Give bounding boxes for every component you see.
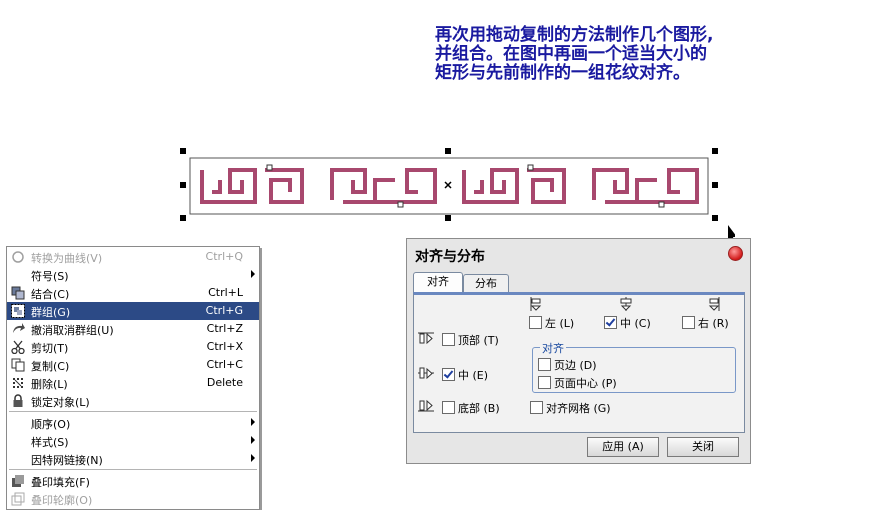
align-left-checkbox[interactable]	[529, 316, 542, 329]
menu-item-shortcut: Delete	[206, 376, 243, 389]
align-middle-icon	[418, 367, 434, 380]
instruction-line-3: 矩形与先前制作的一组花纹对齐。	[435, 63, 690, 83]
menu-item-cut[interactable]: 剪切(T) Ctrl+X	[7, 338, 259, 356]
menu-item-label: 顺序(O)	[31, 418, 71, 431]
menu-separator	[9, 469, 257, 470]
menu-item-label: 群组(G)	[31, 306, 71, 319]
align-right-checkbox[interactable]	[682, 316, 695, 329]
page-center-checkbox[interactable]	[538, 376, 551, 389]
align-bottom-icon	[418, 399, 434, 412]
align-right-icon	[708, 297, 720, 311]
align-center-h-label: 中 (C)	[620, 317, 651, 330]
apply-button[interactable]: 应用 (A)	[587, 437, 659, 457]
align-bottom-checkbox[interactable]	[442, 401, 455, 414]
page-edge-label: 页边 (D)	[554, 359, 597, 372]
menu-item-shortcut: Ctrl+X	[206, 340, 243, 353]
align-to-grid-checkbox[interactable]	[530, 401, 543, 414]
menu-item-delete[interactable]: 删除(L) Delete	[7, 374, 259, 392]
page-center-label: 页面中心 (P)	[554, 377, 617, 390]
menu-item-label: 符号(S)	[31, 270, 69, 283]
menu-item-overprint-outline[interactable]: 叠印轮廓(O)	[7, 490, 259, 508]
instruction-line-1: 再次用拖动复制的方法制作几个图形,	[435, 25, 714, 45]
menu-item-label: 转换为曲线(V)	[31, 252, 103, 265]
context-menu: 转换为曲线(V) Ctrl+Q 符号(S) 结合(C) Ctrl+L 群组(G)…	[6, 246, 260, 510]
center-marker-icon	[444, 181, 452, 189]
menu-item-overprint-fill[interactable]: 叠印填充(F)	[7, 472, 259, 490]
menu-item-lock-object[interactable]: 锁定对象(L)	[7, 392, 259, 410]
close-button[interactable]: 关闭	[667, 437, 739, 457]
menu-item-shortcut: Ctrl+Q	[205, 250, 243, 263]
menu-item-label: 叠印填充(F)	[31, 476, 90, 489]
menu-item-convert-to-curves[interactable]: 转换为曲线(V) Ctrl+Q	[7, 248, 259, 266]
menu-item-label: 剪切(T)	[31, 342, 69, 355]
scissors-icon	[11, 340, 25, 354]
align-panel: 左 (L) 中 (C) 右 (R) 顶部 (T) 中 (E) 底部 (B) 对齐…	[413, 292, 745, 433]
menu-item-shortcut: Ctrl+L	[208, 286, 243, 299]
submenu-arrow-icon	[251, 454, 255, 462]
menu-item-group[interactable]: 群组(G) Ctrl+G	[7, 302, 259, 320]
dialog-title: 对齐与分布	[415, 249, 485, 265]
menu-item-style[interactable]: 样式(S)	[7, 432, 259, 450]
align-bottom-label: 底部 (B)	[458, 402, 500, 415]
delete-icon	[13, 378, 23, 388]
menu-item-shortcut: Ctrl+G	[205, 304, 243, 317]
menu-item-shortcut: Ctrl+C	[206, 358, 243, 371]
menu-item-label: 样式(S)	[31, 436, 69, 449]
align-center-h-icon	[620, 297, 632, 311]
submenu-arrow-icon	[251, 270, 255, 278]
combine-icon	[11, 286, 25, 300]
copy-icon	[11, 358, 25, 372]
align-to-grid-label: 对齐网格 (G)	[546, 402, 611, 415]
align-left-label: 左 (L)	[545, 317, 575, 330]
overprint-outline-icon	[11, 492, 25, 506]
lock-icon	[13, 394, 23, 407]
align-center-h-checkbox[interactable]	[604, 316, 617, 329]
align-left-icon	[530, 297, 542, 311]
align-top-label: 顶部 (T)	[458, 334, 499, 347]
align-middle-checkbox[interactable]	[442, 368, 455, 381]
tab-align[interactable]: 对齐	[413, 272, 463, 293]
menu-item-label: 结合(C)	[31, 288, 70, 301]
menu-item-label: 叠印轮廓(O)	[31, 494, 93, 507]
menu-item-copy[interactable]: 复制(C) Ctrl+C	[7, 356, 259, 374]
align-top-icon	[418, 332, 434, 345]
menu-item-combine[interactable]: 结合(C) Ctrl+L	[7, 284, 259, 302]
menu-item-shortcut: Ctrl+Z	[206, 322, 243, 335]
menu-item-symbol[interactable]: 符号(S)	[7, 266, 259, 284]
group-icon	[11, 304, 25, 318]
instruction-text: 再次用拖动复制的方法制作几个图形, 并组合。在图中再画一个适当大小的 矩形与先前…	[435, 26, 795, 83]
instruction-line-2: 并组合。在图中再画一个适当大小的	[435, 44, 707, 64]
submenu-arrow-icon	[251, 436, 255, 444]
tab-distribute[interactable]: 分布	[463, 274, 509, 293]
menu-item-order[interactable]: 顺序(O)	[7, 414, 259, 432]
undo-icon	[13, 323, 25, 333]
menu-item-internet-link[interactable]: 因特网链接(N)	[7, 450, 259, 468]
align-middle-label: 中 (E)	[458, 369, 489, 382]
align-right-label: 右 (R)	[698, 317, 729, 330]
menu-item-label: 锁定对象(L)	[31, 396, 90, 409]
align-to-group-title: 对齐	[540, 340, 566, 356]
menu-item-label: 删除(L)	[31, 378, 68, 391]
align-top-checkbox[interactable]	[442, 333, 455, 346]
menu-item-label: 复制(C)	[31, 360, 70, 373]
align-distribute-dialog: 对齐与分布 对齐 分布 左 (L) 中 (C) 右 (R) 顶部 (T) 中 (…	[406, 238, 751, 464]
convert-curve-icon	[12, 251, 24, 263]
close-icon[interactable]	[728, 246, 743, 261]
page-edge-checkbox[interactable]	[538, 358, 551, 371]
menu-item-label: 撤消取消群组(U)	[31, 324, 114, 337]
submenu-arrow-icon	[251, 418, 255, 426]
menu-item-label: 因特网链接(N)	[31, 454, 103, 467]
menu-separator	[9, 411, 257, 412]
overprint-fill-icon	[12, 475, 24, 487]
menu-item-undo-ungroup[interactable]: 撤消取消群组(U) Ctrl+Z	[7, 320, 259, 338]
selected-pattern-group[interactable]	[175, 145, 735, 245]
